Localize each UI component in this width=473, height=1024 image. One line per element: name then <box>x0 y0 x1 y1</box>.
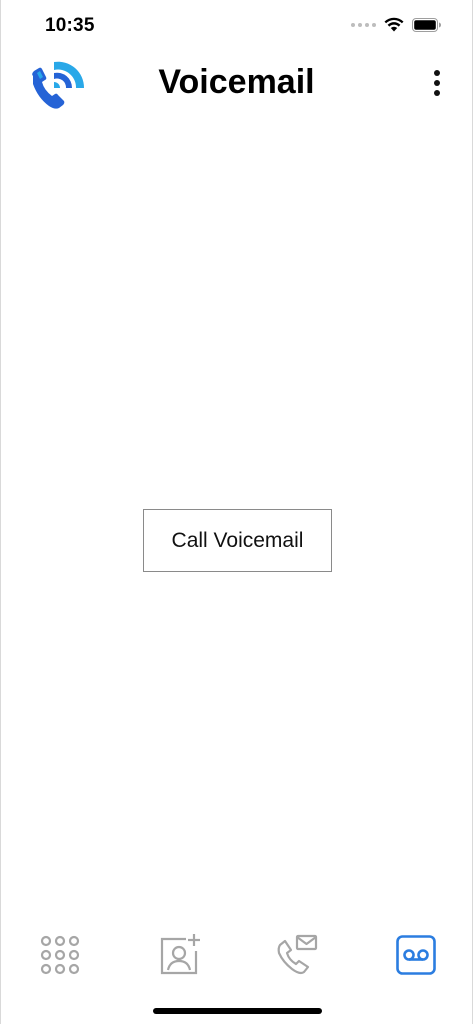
call-mail-icon <box>277 934 318 975</box>
dialpad-icon <box>40 935 80 975</box>
status-time: 10:35 <box>45 15 95 36</box>
battery-icon <box>412 17 441 32</box>
cellular-signal-icon <box>351 22 376 27</box>
status-icons <box>351 17 442 32</box>
voicemail-screen: 10:35 Voicemail Call Voicemail <box>0 0 473 1024</box>
voicemail-icon <box>396 935 436 975</box>
wifi-icon <box>384 17 404 32</box>
call-voicemail-button[interactable]: Call Voicemail <box>143 509 332 572</box>
more-vertical-icon[interactable] <box>430 68 444 98</box>
app-header: Voicemail <box>1 50 472 120</box>
tab-calls[interactable] <box>275 933 319 977</box>
add-contact-icon <box>160 934 200 975</box>
tab-dialpad[interactable] <box>38 933 82 977</box>
home-indicator <box>153 1008 322 1014</box>
status-bar: 10:35 <box>1 0 472 50</box>
page-title: Voicemail <box>158 63 315 101</box>
tab-voicemail[interactable] <box>394 933 438 977</box>
tab-contacts[interactable] <box>158 933 202 977</box>
tab-bar <box>1 925 472 987</box>
